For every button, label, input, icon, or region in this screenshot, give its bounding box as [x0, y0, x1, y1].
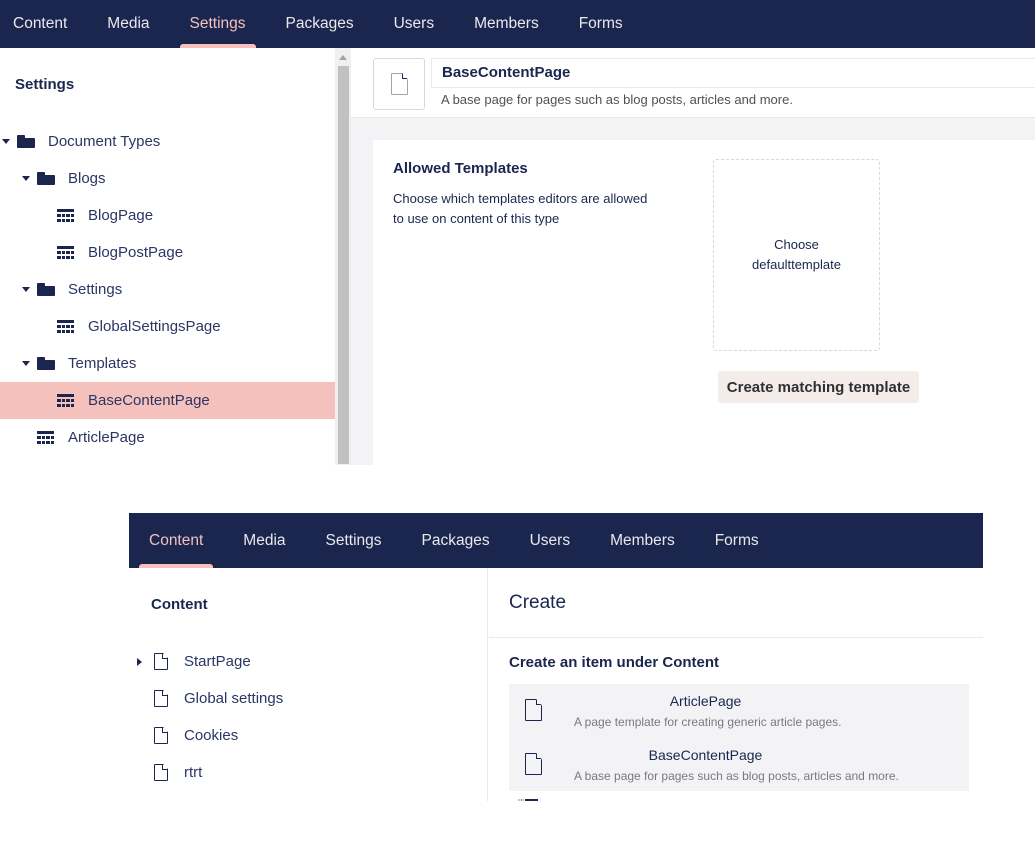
create-item-basecontentpage[interactable]: BaseContentPage A base page for pages su…: [509, 738, 969, 792]
document-type-icon-picker[interactable]: [373, 58, 425, 110]
nav-media[interactable]: Media: [243, 513, 285, 568]
folder-icon: [37, 283, 55, 296]
tree-item-label: ArticlePage: [68, 429, 145, 446]
tree-item-articlepage[interactable]: ArticlePage: [0, 419, 335, 456]
document-icon: [154, 690, 168, 707]
nav-forms[interactable]: Forms: [715, 513, 759, 568]
tree-item-label: Document Types: [48, 133, 161, 150]
tree-item-document-types[interactable]: Document Types: [0, 123, 335, 160]
nav-content[interactable]: Content: [138, 513, 214, 568]
document-type-editor: BaseContentPage A base page for pages su…: [351, 48, 1035, 465]
create-item-name: ArticlePage: [669, 693, 742, 709]
nav-settings[interactable]: Settings: [179, 0, 256, 48]
tree-item-settings[interactable]: Settings: [0, 271, 335, 308]
partial-document-icon: [518, 799, 524, 801]
nav-users[interactable]: Users: [394, 0, 434, 48]
nav-members[interactable]: Members: [610, 513, 675, 568]
caret-down-icon[interactable]: [22, 176, 30, 181]
content-sidebar: Content StartPage Global settings Cookie…: [129, 568, 488, 801]
allowed-templates-description: Choose which templates editors are allow…: [393, 191, 648, 226]
tree-item-startpage[interactable]: StartPage: [129, 643, 488, 680]
create-dialog-subtitle: Create an item under Content: [509, 654, 720, 671]
caret-down-icon[interactable]: [22, 287, 30, 292]
tree-item-label: rtrt: [184, 764, 203, 781]
tree-item-blogs[interactable]: Blogs: [0, 160, 335, 197]
settings-screen: Content Media Settings Packages Users Me…: [0, 0, 1035, 465]
document-icon: [391, 73, 408, 95]
tree-item-label: BlogPage: [88, 207, 154, 224]
tree-item-global-settings[interactable]: Global settings: [129, 680, 488, 717]
folder-icon: [37, 357, 55, 370]
choose-default-template-button[interactable]: Choose defaulttemplate: [713, 159, 880, 351]
document-type-icon: [57, 208, 74, 223]
create-dialog-title: Create: [509, 592, 567, 613]
caret-down-icon[interactable]: [22, 361, 30, 366]
nav-content[interactable]: Content: [13, 0, 67, 48]
divider: [489, 637, 983, 638]
top-navigation: Content Media Settings Packages Users Me…: [129, 513, 983, 568]
tree-item-label: GlobalSettingsPage: [88, 318, 221, 335]
document-icon: [525, 699, 542, 721]
tree-item-templates[interactable]: Templates: [0, 345, 335, 382]
allowed-templates-panel: Allowed Templates Choose which templates…: [373, 140, 1035, 465]
tree-item-cookies[interactable]: Cookies: [129, 717, 488, 754]
nav-media[interactable]: Media: [107, 0, 149, 48]
top-navigation: Content Media Settings Packages Users Me…: [0, 0, 1035, 48]
sidebar-title: Content: [151, 596, 208, 613]
tree-item-label: Templates: [68, 355, 137, 372]
content-create-screen: Content Media Settings Packages Users Me…: [129, 513, 983, 801]
create-item-articlepage[interactable]: ArticlePage A page template for creating…: [509, 684, 969, 738]
settings-sidebar: Settings Document Types Blogs BlogPage B…: [0, 48, 335, 465]
tree-item-rtrt[interactable]: rtrt: [129, 754, 488, 791]
editor-header: BaseContentPage A base page for pages su…: [351, 48, 1035, 118]
nav-members[interactable]: Members: [474, 0, 539, 48]
tree-item-label: BaseContentPage: [88, 392, 210, 409]
create-item-description: A page template for creating generic art…: [574, 715, 842, 729]
document-type-icon: [37, 430, 54, 445]
create-item-list: ArticlePage A page template for creating…: [509, 684, 969, 791]
document-icon: [154, 727, 168, 744]
tree-item-blogpostpage[interactable]: BlogPostPage: [0, 234, 335, 271]
sidebar-scrollbar-thumb[interactable]: [338, 66, 349, 464]
create-item-description: A base page for pages such as blog posts…: [574, 769, 899, 783]
folder-icon: [17, 135, 35, 148]
tree-item-label: Global settings: [184, 690, 284, 707]
allowed-templates-title: Allowed Templates: [393, 160, 528, 177]
document-type-name-input[interactable]: BaseContentPage: [431, 58, 1035, 88]
nav-settings[interactable]: Settings: [326, 513, 382, 568]
document-type-icon: [57, 393, 74, 408]
caret-right-icon[interactable]: [137, 657, 142, 666]
nav-forms[interactable]: Forms: [579, 0, 623, 48]
tree-item-label: StartPage: [184, 653, 251, 670]
document-type-description-input[interactable]: A base page for pages such as blog posts…: [441, 92, 793, 107]
tree-item-globalsettingspage[interactable]: GlobalSettingsPage: [0, 308, 335, 345]
create-dialog: Create Create an item under Content Arti…: [489, 568, 983, 801]
folder-icon: [37, 172, 55, 185]
nav-packages[interactable]: Packages: [286, 0, 354, 48]
partial-document-icon: [525, 799, 538, 801]
caret-down-icon[interactable]: [2, 139, 10, 144]
tree-item-basecontentpage[interactable]: BaseContentPage: [0, 382, 335, 419]
document-icon: [154, 653, 168, 670]
document-type-icon: [57, 245, 74, 260]
tree-item-label: Blogs: [68, 170, 106, 187]
create-item-name: BaseContentPage: [648, 747, 763, 763]
scroll-up-arrow-icon[interactable]: [339, 55, 347, 60]
create-matching-template-button[interactable]: Create matching template: [718, 371, 919, 403]
document-icon: [525, 753, 542, 775]
tree-item-label: Settings: [68, 281, 123, 298]
document-icon: [154, 764, 168, 781]
tree-item-label: Cookies: [184, 727, 239, 744]
sidebar-title: Settings: [15, 76, 75, 93]
nav-packages[interactable]: Packages: [422, 513, 490, 568]
document-type-icon: [57, 319, 74, 334]
tree-item-blogpage[interactable]: BlogPage: [0, 197, 335, 234]
nav-users[interactable]: Users: [530, 513, 570, 568]
tree-item-label: BlogPostPage: [88, 244, 184, 261]
